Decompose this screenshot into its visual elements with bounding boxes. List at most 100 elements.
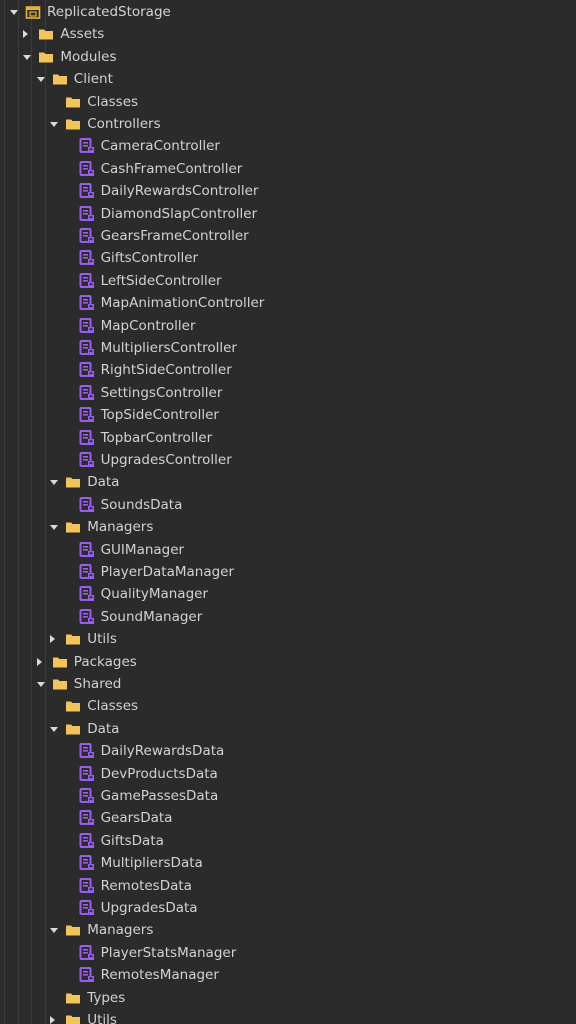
tree-item-utils[interactable]: Utils <box>0 1009 576 1024</box>
tree-item-right-side-controller[interactable]: RightSideController <box>0 359 576 381</box>
tree-item-upgrades-controller[interactable]: UpgradesController <box>0 449 576 471</box>
tree-item-quality-manager[interactable]: QualityManager <box>0 583 576 605</box>
chevron-right-icon[interactable] <box>50 1016 56 1024</box>
tree-item-label: UpgradesData <box>100 900 198 916</box>
chevron-right-icon[interactable] <box>23 30 29 39</box>
tree-item-player-stats-manager[interactable]: PlayerStatsManager <box>0 942 576 964</box>
tree-item-client[interactable]: Client <box>0 68 576 90</box>
tree-item-gifts-controller[interactable]: GiftsController <box>0 247 576 269</box>
folder-icon <box>65 1012 81 1024</box>
tree-item-label: MultipliersData <box>100 855 203 872</box>
tree-item-label: RemotesData <box>100 877 192 894</box>
folder-icon <box>65 94 81 110</box>
tree-item-upgrades-data[interactable]: UpgradesData <box>0 897 576 919</box>
tree-item-daily-rewards-controller[interactable]: DailyRewardsController <box>0 180 576 202</box>
explorer-tree: ReplicatedStorage Assets Modules Client Clas… <box>0 0 576 1024</box>
tree-item-cash-frame-controller[interactable]: CashFrameController <box>0 158 576 180</box>
tree-item-gifts-data[interactable]: GiftsData <box>0 830 576 852</box>
tree-item-left-side-controller[interactable]: LeftSideController <box>0 270 576 292</box>
chevron-right-icon[interactable] <box>50 635 56 644</box>
tree-item-label: LeftSideController <box>100 272 222 289</box>
chevron-down-icon[interactable] <box>50 122 59 127</box>
tree-item-sounds-data[interactable]: SoundsData <box>0 494 576 516</box>
tree-item-multipliers-data[interactable]: MultipliersData <box>0 852 576 874</box>
tree-item-data[interactable]: Data <box>0 471 576 493</box>
tree-item-dev-products-data[interactable]: DevProductsData <box>0 763 576 785</box>
tree-item-controllers[interactable]: Controllers <box>0 113 576 135</box>
tree-item-camera-controller[interactable]: CameraController <box>0 135 576 157</box>
tree-item-label: Client <box>73 71 113 88</box>
tree-item-sound-manager[interactable]: SoundManager <box>0 606 576 628</box>
tree-item-classes[interactable]: Classes <box>0 695 576 717</box>
tree-item-managers[interactable]: Managers <box>0 516 576 538</box>
module-script-icon <box>79 608 95 625</box>
tree-item-label: Controllers <box>87 116 161 132</box>
tree-item-label: GUIManager <box>100 541 185 558</box>
module-script-icon <box>79 429 95 446</box>
tree-item-types[interactable]: Types <box>0 987 576 1009</box>
tree-item-gears-frame-controller[interactable]: GearsFrameController <box>0 225 576 247</box>
tree-item-modules[interactable]: Modules <box>0 46 576 68</box>
chevron-right-icon[interactable] <box>36 657 42 666</box>
tree-item-data[interactable]: Data <box>0 718 576 740</box>
module-script-icon <box>79 362 95 378</box>
module-script-icon <box>79 407 95 423</box>
chevron-down-icon[interactable] <box>23 54 32 60</box>
tree-item-classes[interactable]: Classes <box>0 91 576 113</box>
tree-item-map-animation-controller[interactable]: MapAnimationController <box>0 292 576 314</box>
tree-item-label: CashFrameController <box>100 160 243 177</box>
chevron-down-icon[interactable] <box>50 928 59 934</box>
folder-icon <box>65 519 81 535</box>
tree-item-label: Types <box>87 989 126 1006</box>
folder-icon <box>65 474 81 490</box>
tree-item-guimanager[interactable]: GUIManager <box>0 539 576 561</box>
tree-item-label: MultipliersController <box>100 340 237 356</box>
tree-item-label: DailyRewardsData <box>100 743 225 760</box>
tree-item-player-data-manager[interactable]: PlayerDataManager <box>0 561 576 583</box>
tree-item-topbar-controller[interactable]: TopbarController <box>0 427 576 449</box>
tree-item-utils[interactable]: Utils <box>0 628 576 650</box>
tree-item-shared[interactable]: Shared <box>0 673 576 695</box>
tree-item-gears-data[interactable]: GearsData <box>0 807 576 829</box>
folder-icon <box>65 721 81 737</box>
tree-item-label: Classes <box>87 698 139 715</box>
tree-item-label: TopSideController <box>100 407 219 424</box>
tree-item-label: GiftsData <box>100 832 164 849</box>
chevron-down-icon[interactable] <box>36 682 45 687</box>
folder-icon <box>65 116 81 132</box>
tree-item-label: Utils <box>87 1012 117 1024</box>
tree-item-label: SettingsController <box>100 384 223 401</box>
chevron-down-icon[interactable] <box>50 525 59 531</box>
tree-item-game-passes-data[interactable]: GamePassesData <box>0 785 576 807</box>
tree-item-multipliers-controller[interactable]: MultipliersController <box>0 337 576 359</box>
tree-item-remotes-manager[interactable]: RemotesManager <box>0 964 576 986</box>
tree-item-label: GearsData <box>100 810 173 827</box>
chevron-down-icon[interactable] <box>50 480 59 486</box>
tree-item-settings-controller[interactable]: SettingsController <box>0 382 576 404</box>
tree-item-packages[interactable]: Packages <box>0 651 576 673</box>
tree-item-label: Modules <box>60 48 117 65</box>
tree-item-label: PlayerDataManager <box>100 564 235 580</box>
module-script-icon <box>79 855 95 871</box>
module-script-icon <box>79 138 95 154</box>
tree-item-replicated-storage[interactable]: ReplicatedStorage <box>0 1 576 23</box>
module-script-icon <box>79 340 95 356</box>
tree-item-label: ReplicatedStorage <box>47 4 171 20</box>
folder-icon <box>52 654 68 670</box>
module-script-icon <box>79 944 95 961</box>
tree-item-assets[interactable]: Assets <box>0 23 576 45</box>
tree-item-diamond-slap-controller[interactable]: DiamondSlapController <box>0 203 576 225</box>
module-script-icon <box>79 586 95 602</box>
chevron-down-icon[interactable] <box>10 10 18 15</box>
tree-item-label: Managers <box>87 519 154 536</box>
module-script-icon <box>79 272 95 289</box>
tree-item-managers[interactable]: Managers <box>0 919 576 941</box>
tree-item-map-controller[interactable]: MapController <box>0 315 576 337</box>
tree-item-remotes-data[interactable]: RemotesData <box>0 875 576 897</box>
chevron-down-icon[interactable] <box>50 726 59 732</box>
module-script-icon <box>79 384 95 401</box>
tree-item-top-side-controller[interactable]: TopSideController <box>0 404 576 426</box>
folder-icon <box>65 922 81 938</box>
tree-item-daily-rewards-data[interactable]: DailyRewardsData <box>0 740 576 762</box>
chevron-down-icon[interactable] <box>36 77 45 83</box>
